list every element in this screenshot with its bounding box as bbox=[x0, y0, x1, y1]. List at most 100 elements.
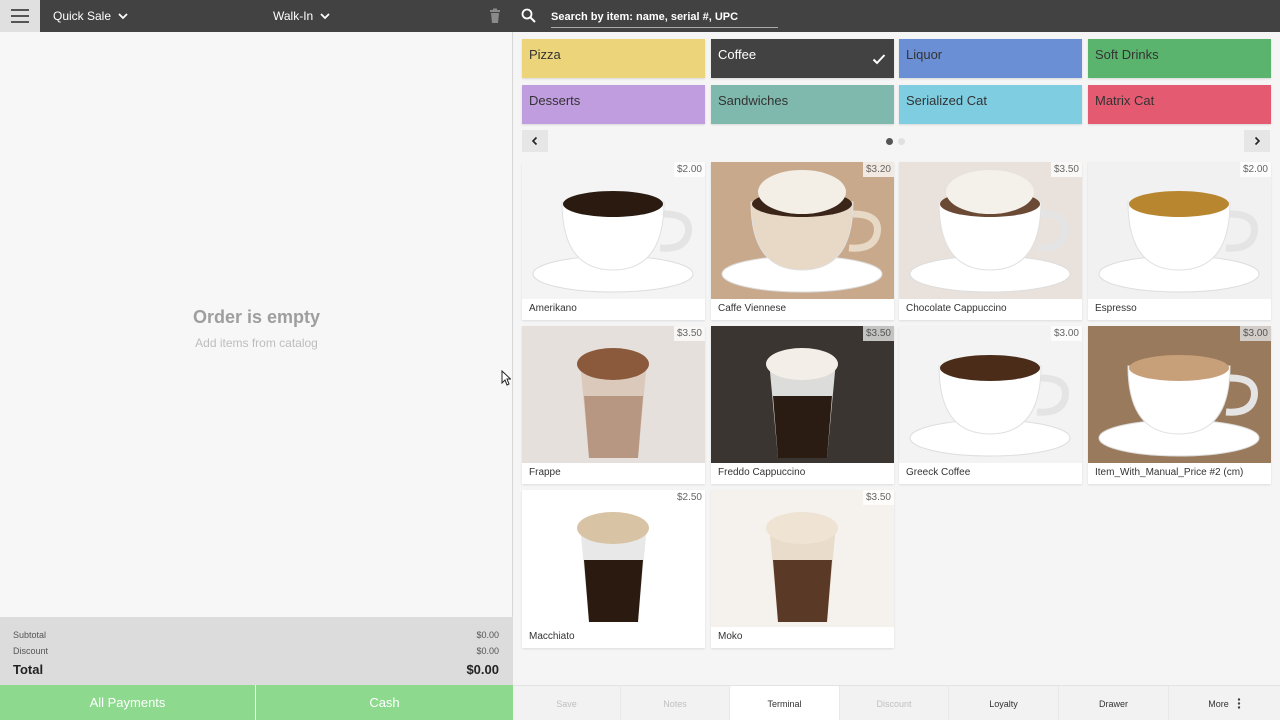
mouse-cursor-icon bbox=[501, 370, 511, 386]
category-label: Soft Drinks bbox=[1095, 47, 1159, 62]
item-tile[interactable]: $3.20 Caffe Viennese bbox=[711, 162, 894, 320]
item-image bbox=[711, 162, 894, 299]
item-name: Espresso bbox=[1095, 303, 1137, 314]
item-price: $3.50 bbox=[673, 326, 705, 341]
item-tile[interactable]: $3.50 Moko bbox=[711, 490, 894, 648]
item-image bbox=[1088, 162, 1271, 299]
customer-dropdown[interactable]: Walk-In bbox=[273, 0, 331, 32]
save-button[interactable]: Save bbox=[513, 686, 621, 720]
item-name: Greeck Coffee bbox=[906, 467, 971, 478]
subtotal-value: $0.00 bbox=[476, 630, 499, 640]
item-name: Item_With_Manual_Price #2 (cm) bbox=[1095, 467, 1244, 478]
menu-button[interactable] bbox=[0, 0, 40, 32]
search-icon bbox=[521, 8, 536, 23]
item-image bbox=[522, 162, 705, 299]
sale-type-dropdown[interactable]: Quick Sale bbox=[53, 0, 129, 32]
more-label: More bbox=[1208, 698, 1229, 709]
cash-button[interactable]: Cash bbox=[256, 685, 513, 720]
category-label: Liquor bbox=[906, 47, 943, 62]
item-name: Frappe bbox=[529, 467, 561, 478]
item-tile[interactable]: $3.50 Freddo Cappuccino bbox=[711, 326, 894, 484]
item-price: $3.00 bbox=[1050, 326, 1082, 341]
item-image bbox=[711, 326, 894, 463]
total-value: $0.00 bbox=[466, 662, 499, 677]
notes-button[interactable]: Notes bbox=[621, 686, 730, 720]
item-image bbox=[711, 490, 894, 627]
item-price: $2.00 bbox=[673, 162, 705, 177]
empty-order-subtitle: Add items from catalog bbox=[195, 336, 318, 350]
item-name: Caffe Viennese bbox=[718, 303, 787, 314]
sale-type-label: Quick Sale bbox=[53, 9, 112, 23]
page-dot-active[interactable] bbox=[886, 138, 893, 145]
item-price: $2.50 bbox=[673, 490, 705, 505]
category-liquor[interactable]: Liquor bbox=[899, 39, 1082, 78]
loyalty-button[interactable]: Loyalty bbox=[949, 686, 1059, 720]
category-label: Sandwiches bbox=[718, 93, 789, 108]
category-serialized-cat[interactable]: Serialized Cat bbox=[899, 85, 1082, 124]
all-payments-button[interactable]: All Payments bbox=[0, 685, 255, 720]
category-label: Desserts bbox=[529, 93, 581, 108]
discount-row: Discount $0.00 bbox=[13, 646, 499, 656]
item-tile[interactable]: $2.00 Amerikano bbox=[522, 162, 705, 320]
prev-page-button[interactable] bbox=[522, 130, 548, 152]
item-name: Freddo Cappuccino bbox=[718, 467, 806, 478]
item-name: Chocolate Cappuccino bbox=[906, 303, 1007, 314]
item-price: $3.20 bbox=[862, 162, 894, 177]
customer-label: Walk-In bbox=[273, 9, 314, 23]
item-price: $3.50 bbox=[862, 326, 894, 341]
more-button[interactable]: More bbox=[1169, 686, 1280, 720]
total-row: Total $0.00 bbox=[13, 662, 499, 677]
item-price: $3.50 bbox=[1050, 162, 1082, 177]
item-image bbox=[522, 326, 705, 463]
category-sandwiches[interactable]: Sandwiches bbox=[711, 85, 894, 124]
item-price: $3.50 bbox=[862, 490, 894, 505]
chevron-down-icon bbox=[320, 13, 330, 20]
checkmark-icon bbox=[872, 54, 886, 65]
trash-icon[interactable] bbox=[487, 8, 503, 24]
item-price: $2.00 bbox=[1239, 162, 1271, 177]
vertical-dots-icon bbox=[1237, 698, 1240, 709]
category-label: Pizza bbox=[529, 47, 561, 62]
empty-order-title: Order is empty bbox=[192, 307, 321, 327]
order-panel: Quick Sale Walk-In Order is empty Add it… bbox=[0, 0, 513, 720]
page-dot[interactable] bbox=[898, 138, 905, 145]
item-tile[interactable]: $3.00 Greeck Coffee bbox=[899, 326, 1082, 484]
chevron-left-icon bbox=[531, 136, 538, 146]
item-image bbox=[899, 326, 1082, 463]
item-tile[interactable]: $3.50 Chocolate Cappuccino bbox=[899, 162, 1082, 320]
subtotal-label: Subtotal bbox=[13, 630, 47, 640]
item-tile[interactable]: $2.00 Espresso bbox=[1088, 162, 1271, 320]
category-desserts[interactable]: Desserts bbox=[522, 85, 705, 124]
chevron-right-icon bbox=[1254, 136, 1261, 146]
category-pizza[interactable]: Pizza bbox=[522, 39, 705, 78]
item-tile[interactable]: $3.50 Frappe bbox=[522, 326, 705, 484]
terminal-button[interactable]: Terminal bbox=[730, 686, 840, 720]
item-image bbox=[1088, 326, 1271, 463]
drawer-button[interactable]: Drawer bbox=[1059, 686, 1169, 720]
search-input[interactable] bbox=[551, 6, 778, 28]
item-image bbox=[522, 490, 705, 627]
order-header: Quick Sale Walk-In bbox=[0, 0, 513, 32]
item-price: $3.00 bbox=[1239, 326, 1271, 341]
item-name: Moko bbox=[718, 631, 743, 642]
item-tile[interactable]: $2.50 Macchiato bbox=[522, 490, 705, 648]
category-matrix-cat[interactable]: Matrix Cat bbox=[1088, 85, 1271, 124]
discount-label: Discount bbox=[13, 646, 49, 656]
hamburger-icon bbox=[11, 9, 29, 23]
category-coffee[interactable]: Coffee bbox=[711, 39, 894, 78]
totals-summary: Subtotal $0.00 Discount $0.00 Total $0.0… bbox=[0, 617, 513, 685]
item-name: Amerikano bbox=[529, 303, 577, 314]
next-page-button[interactable] bbox=[1244, 130, 1270, 152]
discount-button[interactable]: Discount bbox=[840, 686, 949, 720]
action-bar: Save Notes Terminal Discount Loyalty Dra… bbox=[513, 685, 1280, 720]
total-label: Total bbox=[13, 662, 44, 677]
category-label: Coffee bbox=[718, 47, 757, 62]
category-soft-drinks[interactable]: Soft Drinks bbox=[1088, 39, 1271, 78]
item-name: Macchiato bbox=[529, 631, 575, 642]
category-label: Serialized Cat bbox=[906, 93, 987, 108]
subtotal-row: Subtotal $0.00 bbox=[13, 630, 499, 640]
discount-value: $0.00 bbox=[476, 646, 499, 656]
item-tile[interactable]: $3.00 Item_With_Manual_Price #2 (cm) bbox=[1088, 326, 1271, 484]
item-image bbox=[899, 162, 1082, 299]
chevron-down-icon bbox=[118, 13, 128, 20]
